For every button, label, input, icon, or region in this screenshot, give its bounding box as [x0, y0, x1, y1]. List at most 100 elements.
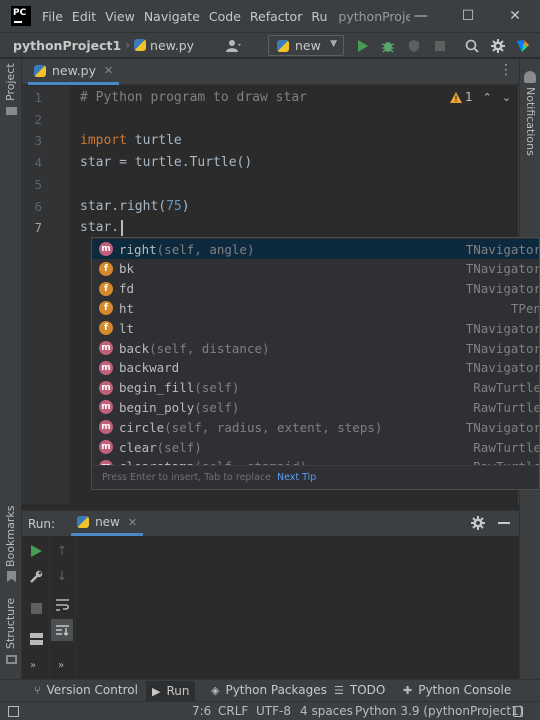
- completion-item[interactable]: m begin_fill(self) RawTurtle: [92, 378, 539, 398]
- debug-icon[interactable]: [379, 37, 397, 55]
- menu-navigate[interactable]: Navigate: [144, 9, 200, 24]
- bookmark-icon: [7, 571, 16, 582]
- project-tool-button[interactable]: Project: [4, 63, 17, 101]
- code-line: star = turtle.Turtle(): [80, 155, 252, 170]
- completion-item[interactable]: m right(self, angle) TNavigator: [92, 239, 539, 259]
- more-icon[interactable]: »: [58, 660, 64, 671]
- close-run-tab-icon[interactable]: ✕: [128, 516, 137, 529]
- settings-icon[interactable]: [471, 516, 485, 533]
- scroll-to-end-icon[interactable]: [51, 619, 73, 641]
- completion-name: clear(self): [119, 440, 202, 455]
- close-tab-icon[interactable]: ✕: [104, 64, 113, 77]
- run-tab-label: new: [95, 515, 120, 529]
- folder-icon: [6, 107, 17, 115]
- file-encoding[interactable]: UTF-8: [256, 704, 291, 718]
- completion-item[interactable]: m back(self, distance) TNavigator: [92, 338, 539, 358]
- line-separator[interactable]: CRLF: [218, 704, 248, 718]
- todo-icon: ☰: [334, 683, 344, 697]
- breadcrumb-separator-icon: ›: [125, 38, 131, 52]
- code-token: 75: [166, 198, 182, 214]
- completion-item[interactable]: f bk TNavigator: [92, 259, 540, 279]
- tool-window-version-control[interactable]: ⑂ Version Control: [34, 683, 138, 697]
- minimize-button[interactable]: —: [398, 0, 444, 32]
- soft-wrap-icon[interactable]: [53, 596, 71, 614]
- bookmarks-tool-button[interactable]: Bookmarks: [4, 506, 17, 567]
- line-number: 7: [34, 220, 42, 236]
- coverage-icon[interactable]: [405, 37, 423, 55]
- menu-code[interactable]: Code: [209, 9, 241, 24]
- run-configuration-select[interactable]: new ▼: [268, 35, 344, 56]
- stop-icon[interactable]: [431, 37, 449, 55]
- tool-window-python-console[interactable]: ✚ Python Console: [403, 683, 511, 697]
- completion-name: begin_poly(self): [119, 400, 239, 415]
- line-number: 4: [34, 155, 42, 171]
- menu-run[interactable]: Ru: [311, 9, 327, 24]
- more-vertical-icon[interactable]: ⋮: [499, 63, 513, 77]
- more-icon[interactable]: »: [30, 660, 36, 671]
- menu-file[interactable]: File: [42, 9, 63, 24]
- completion-type: TNavigator: [465, 261, 540, 277]
- menu-refactor[interactable]: Refactor: [250, 9, 302, 24]
- chevron-up-icon[interactable]: ⌃: [483, 91, 492, 104]
- wrench-icon[interactable]: [27, 567, 45, 585]
- arrow-down-icon[interactable]: ↓: [53, 567, 71, 585]
- method-icon: m: [99, 420, 113, 435]
- next-tip-link[interactable]: Next Tip: [277, 472, 316, 483]
- completion-params: (self): [194, 399, 240, 415]
- jetbrains-icon[interactable]: [514, 37, 532, 55]
- code-completion-popup[interactable]: m right(self, angle) TNavigator f bk TNavigat…: [91, 237, 540, 490]
- hide-panel-icon[interactable]: [498, 522, 510, 524]
- breadcrumb-project[interactable]: pythonProject1: [13, 38, 121, 53]
- structure-tool-button[interactable]: Structure: [4, 598, 17, 649]
- notifications-tool-button[interactable]: Notifications: [524, 87, 537, 156]
- tab-new-py[interactable]: new.py ✕: [28, 59, 120, 85]
- chevron-down-icon: ▼: [330, 39, 337, 49]
- completion-params: (self): [194, 380, 240, 396]
- tool-window-run[interactable]: ▶ Run: [146, 681, 196, 701]
- completion-name: bk: [119, 261, 134, 276]
- lock-icon[interactable]: [513, 706, 523, 717]
- completion-name-text: fd: [119, 281, 135, 297]
- line-number: 5: [34, 176, 42, 192]
- search-icon[interactable]: [463, 37, 481, 55]
- completion-name: ht: [119, 301, 134, 316]
- code-token: star.: [80, 220, 120, 236]
- stop-icon[interactable]: [27, 599, 45, 617]
- completion-name: lt: [119, 321, 134, 336]
- indent-setting[interactable]: 4 spaces: [300, 704, 353, 718]
- completion-item[interactable]: m clear(self) RawTurtle: [92, 437, 539, 457]
- inspection-widget[interactable]: 1 ⌃ ⌄: [450, 90, 511, 104]
- line-number-gutter: 1 2 3 4 5 6 7: [22, 86, 70, 504]
- user-icon[interactable]: [225, 37, 243, 55]
- close-window-button[interactable]: ✕: [492, 0, 538, 32]
- completion-item[interactable]: m begin_poly(self) RawTurtle: [92, 397, 539, 417]
- python-interpreter[interactable]: Python 3.9 (pythonProject1): [355, 704, 523, 718]
- run-header: Run: new ✕: [22, 511, 519, 536]
- tool-windows-toggle-icon[interactable]: [8, 706, 19, 717]
- caret-position[interactable]: 7:6: [192, 704, 211, 718]
- menu-view[interactable]: View: [105, 9, 135, 24]
- line-number: 3: [34, 133, 42, 149]
- rerun-icon[interactable]: [27, 542, 45, 560]
- branch-icon: ⑂: [34, 683, 41, 697]
- tool-window-python-packages[interactable]: ◈ Python Packages: [211, 683, 327, 697]
- completion-params: (self): [156, 439, 202, 455]
- completion-item[interactable]: f lt TNavigator: [92, 318, 539, 338]
- method-icon: m: [99, 400, 113, 415]
- run-tab-new[interactable]: new ✕: [71, 511, 144, 536]
- layout-icon[interactable]: [27, 630, 45, 648]
- completion-item[interactable]: m circle(self, radius, extent, steps) TNav…: [92, 417, 539, 437]
- tool-window-label: Python Packages: [225, 683, 327, 697]
- run-toolbar-secondary: ↑ ↓ »: [50, 536, 76, 680]
- completion-item[interactable]: f ht TPen: [92, 298, 539, 318]
- arrow-up-icon[interactable]: ↑: [53, 542, 71, 560]
- chevron-down-icon[interactable]: ⌄: [502, 91, 511, 104]
- tool-window-todo[interactable]: ☰ TODO: [334, 683, 385, 697]
- completion-item[interactable]: f fd TNavigator: [92, 279, 539, 299]
- menu-edit[interactable]: Edit: [72, 9, 96, 24]
- breadcrumb-file[interactable]: new.py: [150, 38, 194, 53]
- run-icon[interactable]: [354, 37, 372, 55]
- completion-item[interactable]: m backward TNavigator: [92, 358, 539, 378]
- maximize-button[interactable]: ☐: [445, 0, 491, 32]
- settings-icon[interactable]: [489, 37, 507, 55]
